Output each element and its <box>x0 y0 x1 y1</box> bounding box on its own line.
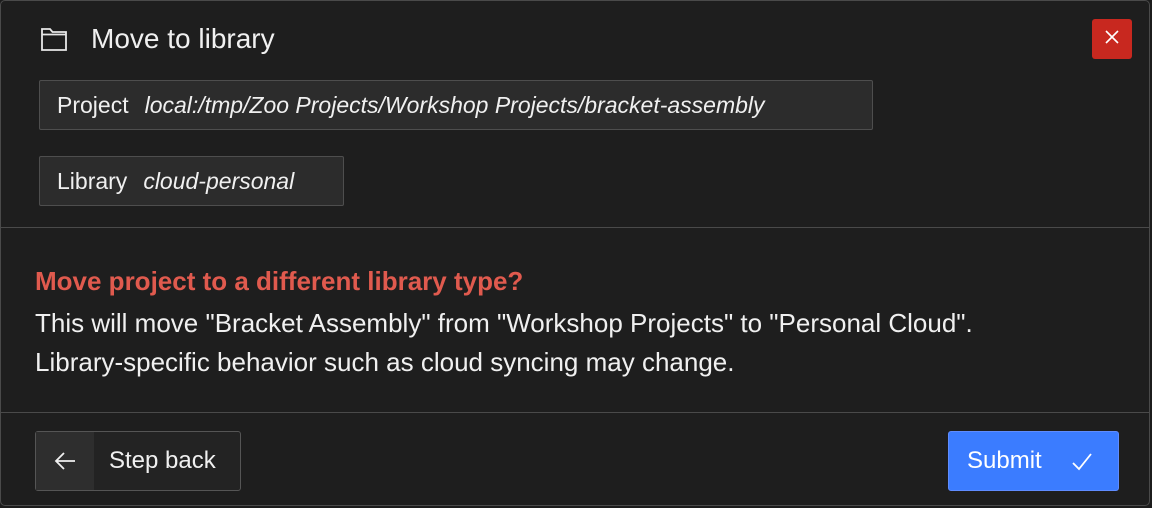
dialog-title: Move to library <box>91 23 275 54</box>
arrow-left-icon <box>36 432 94 490</box>
submit-label: Submit <box>967 447 1042 474</box>
close-icon <box>1105 29 1119 49</box>
step-back-label: Step back <box>109 447 216 474</box>
submit-button[interactable]: Submit <box>948 431 1119 491</box>
step-back-button[interactable]: Step back <box>35 431 241 491</box>
library-field-value: cloud-personal <box>143 167 295 194</box>
folder-icon <box>40 25 68 53</box>
project-field: Project local:/tmp/Zoo Projects/Workshop… <box>39 80 873 130</box>
divider-top <box>1 227 1149 228</box>
checkmark-icon <box>1070 450 1094 474</box>
warning-body: This will move "Bracket Assembly" from "… <box>35 308 973 377</box>
project-field-label: Project <box>57 91 129 118</box>
project-field-value: local:/tmp/Zoo Projects/Workshop Project… <box>144 91 765 118</box>
divider-bottom <box>1 412 1149 413</box>
dialog-header: Move to library <box>1 1 1149 77</box>
library-field: Library cloud-personal <box>39 156 344 206</box>
warning-title: Move project to a different library type… <box>35 266 524 296</box>
library-field-label: Library <box>57 167 128 194</box>
close-button[interactable] <box>1092 19 1132 59</box>
move-to-library-dialog: Move to library Project local:/tmp/Zoo P… <box>0 0 1150 506</box>
